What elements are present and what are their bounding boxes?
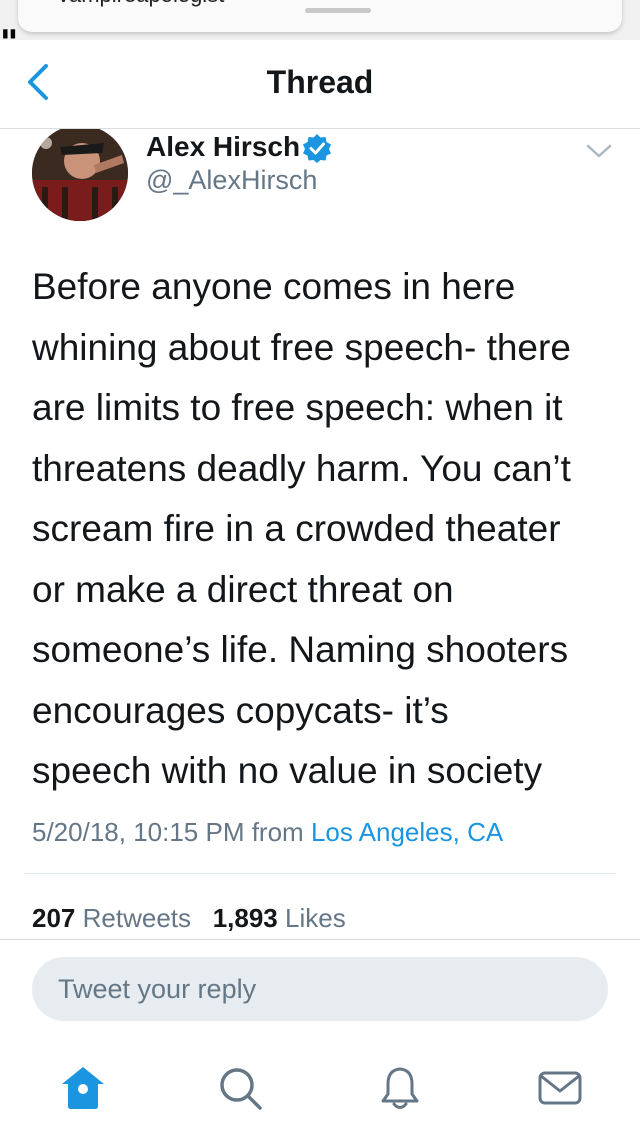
- tweet-text-line: speech with no value in society: [32, 750, 543, 791]
- notification-text: vampireapologist: [58, 0, 224, 8]
- retweets-stat[interactable]: 207 Retweets: [32, 903, 191, 933]
- page-title: Thread: [266, 64, 374, 100]
- divider: [24, 873, 616, 874]
- tweet-text-line: threatens deadly harm. You can’t: [32, 447, 571, 489]
- avatar[interactable]: [32, 129, 128, 221]
- tweet-meta: 5/20/18, 10:15 PM from Los Angeles, CA: [32, 817, 503, 848]
- tweet-stats: 207 Retweets 1,893 Likes: [32, 903, 346, 934]
- reply-input[interactable]: Tweet your reply: [32, 957, 608, 1021]
- tab-bar: [0, 1050, 640, 1136]
- author-handle[interactable]: @_AlexHirsch: [146, 165, 317, 196]
- verified-badge-icon: [303, 134, 331, 163]
- notification-handle[interactable]: [305, 8, 371, 13]
- avatar-image: [32, 129, 128, 221]
- tweet-text-line: someone’s life. Naming shooters: [32, 629, 569, 670]
- tweet-text-line: scream fire in a crowded theater: [32, 508, 561, 549]
- tweet-detail: Alex Hirsch @_AlexHirsch Before anyone c…: [0, 129, 640, 939]
- messages-icon[interactable]: [536, 1064, 584, 1112]
- notifications-icon[interactable]: [376, 1064, 424, 1112]
- tweet-text: Before anyone comes in here whining abou…: [32, 257, 622, 802]
- tweet-text-line: or make a direct threat on: [32, 568, 454, 610]
- tweet-text-line: whining about free speech- there: [32, 326, 571, 368]
- tweet-timestamp: 5/20/18, 10:15 PM from: [32, 817, 304, 847]
- divider: [0, 939, 640, 940]
- navigation-bar: Thread: [0, 40, 640, 129]
- likes-count: 1,893: [212, 903, 278, 933]
- likes-label: Likes: [285, 903, 346, 933]
- retweets-label: Retweets: [82, 903, 192, 933]
- notification-banner[interactable]: vampireapologist: [18, 0, 622, 32]
- retweets-count: 207: [32, 903, 76, 933]
- tweet-text-line: encourages copycats- it’s: [32, 689, 449, 731]
- search-icon[interactable]: [216, 1064, 264, 1112]
- signal-icon: ▮▮: [2, 26, 18, 40]
- author-name[interactable]: Alex Hirsch: [146, 131, 300, 163]
- tweet-location-link[interactable]: Los Angeles, CA: [311, 817, 503, 847]
- home-icon[interactable]: [59, 1064, 107, 1112]
- tweet-text-line: are limits to free speech: when it: [32, 387, 563, 428]
- reply-placeholder: Tweet your reply: [58, 974, 257, 1004]
- chevron-down-icon[interactable]: [584, 141, 614, 161]
- likes-stat[interactable]: 1,893 Likes: [213, 903, 346, 933]
- tweet-text-line: Before anyone comes in here: [32, 266, 516, 307]
